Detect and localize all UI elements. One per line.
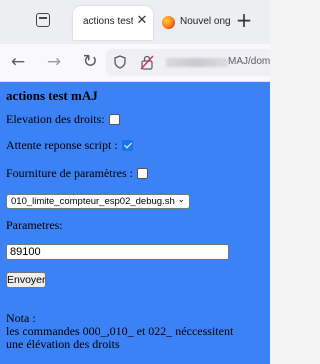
navigation-toolbar: ← → ↻ MAJ/domotic: [0, 44, 270, 82]
tab-new-tab[interactable]: Nouvel ong: [158, 6, 230, 40]
page-title: actions test mAJ: [6, 88, 98, 103]
page-content: actions test mAJ Elevation des droits: A…: [0, 82, 270, 364]
script-select-value: 010_limite_compteur_esp02_debug.sh: [11, 196, 175, 207]
attente-label: Attente reponse script :: [6, 138, 118, 152]
elevation-row: Elevation des droits:: [6, 112, 120, 127]
new-tab-button[interactable]: +: [234, 10, 254, 30]
address-bar[interactable]: MAJ/domotic: [106, 49, 270, 76]
tab-title: actions test m: [83, 16, 133, 27]
chevron-down-icon: ⌄: [177, 195, 185, 205]
elevation-label: Elevation des droits:: [6, 112, 105, 126]
tab-overview-icon[interactable]: [36, 13, 50, 27]
reload-button[interactable]: ↻: [80, 52, 100, 72]
close-tab-icon[interactable]: ✕: [135, 14, 149, 28]
tab-title: Nouvel ong: [180, 16, 230, 27]
parametres-input[interactable]: [6, 244, 229, 260]
fourniture-checkbox[interactable]: [136, 168, 148, 179]
script-select[interactable]: 010_limite_compteur_esp02_debug.sh ⌄: [6, 194, 190, 209]
attente-row: Attente reponse script :: [6, 138, 133, 153]
url-text: MAJ/domotic: [228, 56, 270, 67]
shield-icon[interactable]: [114, 55, 126, 69]
tab-strip: actions test m ✕ Nouvel ong +: [0, 0, 270, 44]
attente-checkbox[interactable]: [121, 140, 133, 151]
tab-actions-test[interactable]: actions test m ✕: [73, 6, 153, 40]
elevation-checkbox[interactable]: [108, 114, 120, 125]
fourniture-row: Fourniture de paramètres :: [6, 166, 148, 181]
note-line-2: une élévation des droits: [6, 337, 120, 351]
send-button[interactable]: Envoyer: [6, 272, 46, 288]
forward-button[interactable]: →: [44, 52, 64, 72]
parametres-label: Parametres:: [6, 218, 63, 232]
insecure-lock-icon[interactable]: [140, 55, 154, 70]
firefox-icon: [162, 16, 175, 29]
note-block: Nota : les commandes 000_,010_ et 022_ n…: [6, 312, 264, 351]
back-button[interactable]: ←: [8, 52, 28, 72]
fourniture-label: Fourniture de paramètres :: [6, 166, 133, 180]
